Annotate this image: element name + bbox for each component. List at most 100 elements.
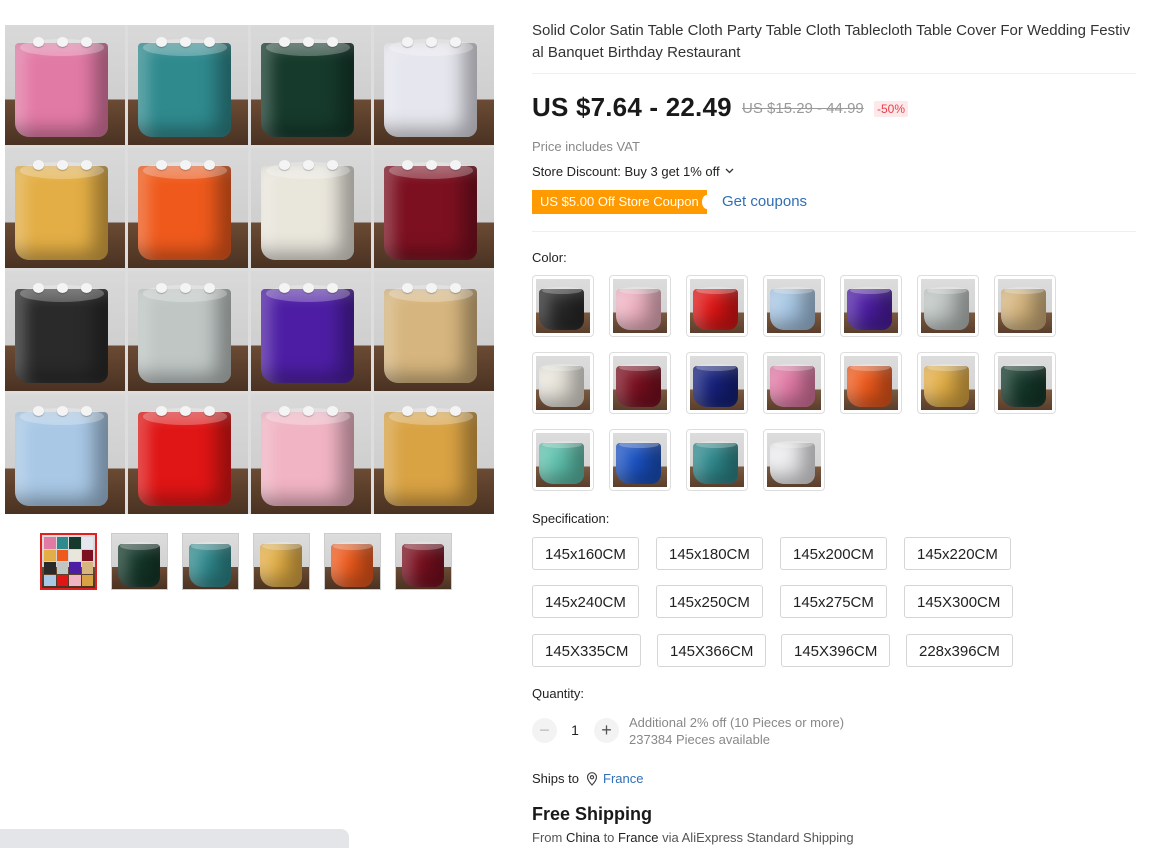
color-label: Color:	[532, 250, 567, 265]
tablecloth-image	[137, 39, 232, 137]
ships-to-country-link[interactable]: France	[603, 771, 643, 786]
tablecloth-image	[383, 162, 478, 260]
color-swatch-gold[interactable]	[917, 352, 979, 414]
spec-option[interactable]: 145x220CM	[904, 537, 1011, 570]
gallery-tile	[5, 148, 125, 268]
thumbnail-burgundy[interactable]	[395, 533, 452, 590]
spec-option[interactable]: 145X366CM	[657, 634, 767, 667]
specification-label: Specification:	[532, 511, 610, 526]
spec-option[interactable]: 145X335CM	[532, 634, 642, 667]
color-swatch-pink[interactable]	[763, 352, 825, 414]
color-swatch-silver[interactable]	[917, 275, 979, 337]
bulk-discount-note: Additional 2% off (10 Pieces or more)	[629, 715, 845, 730]
color-swatch-light-blue[interactable]	[763, 275, 825, 337]
tablecloth-image	[137, 285, 232, 383]
tablecloth-image	[383, 39, 478, 137]
color-swatch-navy[interactable]	[686, 352, 748, 414]
thumbnail-orange[interactable]	[324, 533, 381, 590]
place-settings	[150, 406, 222, 416]
color-swatch-white[interactable]	[763, 429, 825, 491]
color-swatch-black[interactable]	[532, 275, 594, 337]
place-settings	[27, 406, 99, 416]
spec-option[interactable]: 145X396CM	[781, 634, 891, 667]
thumbnail-teal[interactable]	[182, 533, 239, 590]
tablecloth-image	[14, 162, 109, 260]
color-swatch-ivory[interactable]	[532, 352, 594, 414]
tablecloth-image	[14, 408, 109, 506]
gallery-tile	[251, 25, 371, 145]
gallery-tile	[128, 25, 248, 145]
place-settings	[27, 283, 99, 293]
gallery-tile	[128, 394, 248, 514]
gallery-tile	[128, 148, 248, 268]
ship-method: via AliExpress Standard Shipping	[662, 830, 854, 845]
thumbnail-dark-green[interactable]	[111, 533, 168, 590]
tablecloth-image	[260, 162, 355, 260]
color-swatch-burgundy[interactable]	[609, 352, 671, 414]
tablecloth-image	[260, 285, 355, 383]
discount-badge: -50%	[874, 101, 909, 117]
gallery-tile	[374, 148, 494, 268]
ship-destination: France	[618, 830, 659, 845]
place-settings	[27, 160, 99, 170]
place-settings	[396, 160, 468, 170]
store-coupon-badge[interactable]: US $5.00 Off Store Coupon	[532, 190, 712, 214]
place-settings	[396, 37, 468, 47]
place-settings	[396, 406, 468, 416]
divider	[532, 231, 1136, 232]
color-swatch-light-pink[interactable]	[609, 275, 671, 337]
stock-available: 237384 Pieces available	[629, 732, 770, 747]
map-pin-icon	[586, 772, 598, 786]
place-settings	[273, 37, 345, 47]
gallery-tile	[374, 25, 494, 145]
color-swatch-teal[interactable]	[686, 429, 748, 491]
quantity-decrease-button[interactable]: −	[532, 718, 557, 743]
color-swatch-list	[532, 275, 1072, 491]
tablecloth-image	[383, 408, 478, 506]
color-swatch-purple[interactable]	[840, 275, 902, 337]
tablecloth-image	[383, 285, 478, 383]
free-shipping-heading: Free Shipping	[532, 804, 653, 824]
place-settings	[150, 37, 222, 47]
place-settings	[150, 160, 222, 170]
quantity-increase-button[interactable]: +	[594, 718, 619, 743]
color-swatch-royal-blue[interactable]	[609, 429, 671, 491]
color-swatch-dark-green[interactable]	[994, 352, 1056, 414]
color-swatch-orange[interactable]	[840, 352, 902, 414]
divider	[532, 73, 1136, 74]
bottom-panel	[0, 829, 349, 848]
color-swatch-red[interactable]	[686, 275, 748, 337]
color-swatch-mint[interactable]	[532, 429, 594, 491]
quantity-label: Quantity:	[532, 686, 585, 701]
spec-option[interactable]: 145x160CM	[532, 537, 639, 570]
store-discount-label: Store Discount: Buy 3 get 1% off	[532, 164, 720, 179]
thumbnail-collage[interactable]	[40, 533, 97, 590]
quantity-value[interactable]: 1	[566, 722, 584, 738]
color-swatch-champagne[interactable]	[994, 275, 1056, 337]
ship-origin: China	[565, 830, 600, 845]
tablecloth-image	[137, 408, 232, 506]
tablecloth-image	[260, 408, 355, 506]
spec-option[interactable]: 145x275CM	[780, 585, 887, 618]
thumbnail-gold[interactable]	[253, 533, 310, 590]
current-price: US $7.64 - 22.49	[532, 92, 732, 122]
tablecloth-image	[260, 39, 355, 137]
shipping-route: From China to France via AliExpress Stan…	[532, 830, 854, 845]
spec-option[interactable]: 228x396CM	[906, 634, 1013, 667]
gallery-tile	[374, 394, 494, 514]
chevron-down-icon	[725, 168, 734, 174]
place-settings	[273, 283, 345, 293]
get-coupons-link[interactable]: Get coupons	[722, 193, 807, 210]
spec-option[interactable]: 145x180CM	[656, 537, 763, 570]
spec-option[interactable]: 145x200CM	[780, 537, 887, 570]
gallery-tile	[374, 271, 494, 391]
spec-option[interactable]: 145X300CM	[904, 585, 1014, 618]
store-discount-dropdown[interactable]: Store Discount: Buy 3 get 1% off	[532, 164, 734, 179]
main-product-image[interactable]	[5, 25, 494, 514]
spec-option[interactable]: 145x240CM	[532, 585, 639, 618]
gallery-tile	[5, 394, 125, 514]
gallery-tile	[128, 271, 248, 391]
spec-option[interactable]: 145x250CM	[656, 585, 763, 618]
thumbnail-strip	[40, 533, 452, 590]
ship-from-prefix: From	[532, 830, 563, 845]
